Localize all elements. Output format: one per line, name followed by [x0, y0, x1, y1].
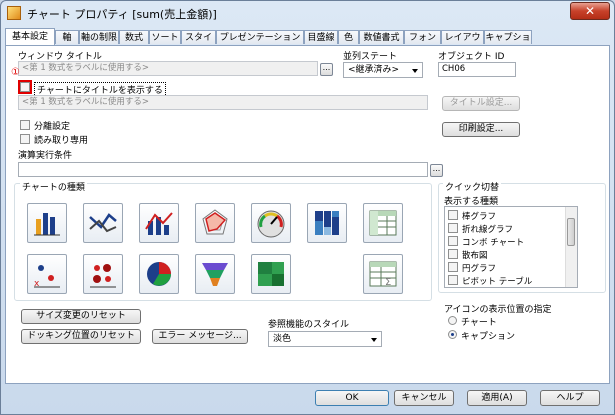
error-message-button[interactable]: エラー メッセージ... — [152, 329, 248, 344]
icon-position-caption-label: キャプション — [461, 332, 516, 342]
reference-style-select[interactable]: 淡色 — [268, 331, 382, 347]
object-id-label: オブジェクト ID — [438, 52, 505, 62]
list-item[interactable]: 棒グラフ — [448, 209, 496, 222]
visible-types-list[interactable]: 棒グラフ 折れ線グラフ コンボ チャート 散布図 円グラフ ピボット テーブル — [444, 206, 578, 288]
title-settings-button[interactable]: タイトル設定... — [442, 96, 520, 111]
callout-marker: ① — [11, 67, 20, 78]
calc-condition-input[interactable] — [18, 162, 428, 177]
scatter-chart-icon[interactable]: x — [27, 254, 67, 294]
grid-chart-icon[interactable] — [83, 254, 123, 294]
tab-basic[interactable]: 基本設定 — [5, 28, 55, 45]
readonly-checkbox[interactable] — [20, 134, 30, 144]
list-item[interactable]: 円グラフ — [448, 261, 496, 274]
tab-layout[interactable]: レイアウト — [441, 30, 484, 57]
list-item[interactable]: 折れ線グラフ — [448, 222, 513, 235]
block-chart-icon[interactable] — [251, 254, 291, 294]
icon-position-chart-label: チャート — [461, 318, 497, 328]
icon-position-caption-radio[interactable] — [448, 330, 457, 339]
tab-number-format[interactable]: 数値書式 — [359, 30, 404, 44]
list-item-checkbox[interactable] — [448, 236, 458, 246]
cancel-button[interactable]: キャンセル — [394, 390, 454, 406]
reference-style-value: 淡色 — [273, 334, 292, 344]
tab-axes[interactable]: 軸 — [55, 30, 79, 44]
scrollbar-thumb[interactable] — [567, 218, 575, 246]
window-title-input[interactable]: <第 1 数式をラベルに使用する> — [18, 61, 318, 76]
icon-position-chart-radio[interactable] — [448, 316, 457, 325]
list-item[interactable]: ピボット テーブル — [448, 274, 532, 287]
list-item-checkbox[interactable] — [448, 210, 458, 220]
list-item-checkbox[interactable] — [448, 249, 458, 259]
show-title-checkbox[interactable] — [20, 82, 30, 92]
gauge-chart-icon[interactable] — [251, 203, 291, 243]
chevron-down-icon — [371, 338, 377, 342]
tab-gridlines[interactable]: 目盛線 — [304, 30, 338, 44]
tab-expressions[interactable]: 数式 — [119, 30, 149, 44]
sort-state-select[interactable]: <継承済み> — [343, 62, 423, 78]
reset-docking-button[interactable]: ドッキング位置のリセット — [21, 329, 141, 344]
basic-settings-panel: ウィンドウ タイトル <第 1 数式をラベルに使用する> ... 並列ステート … — [5, 45, 610, 384]
ok-button[interactable]: OK — [315, 390, 389, 406]
icon-position-label: アイコンの表示位置の指定 — [444, 305, 552, 315]
sort-state-label: 並列ステート — [343, 52, 398, 62]
help-button[interactable]: ヘルプ — [540, 390, 600, 406]
tab-colors[interactable]: 色 — [338, 30, 359, 44]
app-icon — [7, 6, 21, 20]
straight-table-icon[interactable]: Σ — [363, 254, 403, 294]
svg-text:Σ: Σ — [385, 277, 391, 288]
tab-caption[interactable]: キャプション — [484, 30, 532, 57]
tab-sort[interactable]: ソート — [149, 30, 181, 44]
radar-chart-icon[interactable] — [195, 203, 235, 243]
list-item[interactable]: コンボ チャート — [448, 235, 524, 248]
calc-condition-expression-button[interactable]: ... — [430, 164, 443, 177]
apply-button[interactable]: 適用(A) — [467, 390, 527, 406]
window-title: チャート プロパティ [sum(売上金額)] — [27, 8, 217, 21]
line-chart-icon[interactable] — [83, 203, 123, 243]
mekko-chart-icon[interactable] — [307, 203, 347, 243]
chart-properties-dialog: チャート プロパティ [sum(売上金額)] ✕ 基本設定 軸 軸の制限 数式 … — [0, 0, 615, 415]
window-title-expression-button[interactable]: ... — [320, 63, 333, 76]
reference-style-label: 参照機能のスタイル — [268, 320, 350, 330]
reset-size-button[interactable]: サイズ変更のリセット — [21, 309, 141, 324]
quick-change-label: クイック切替 — [443, 180, 502, 193]
pivot-table-icon[interactable] — [363, 203, 403, 243]
detach-label: 分離設定 — [34, 122, 71, 132]
calc-condition-label: 演算実行条件 — [18, 151, 73, 161]
pie-chart-icon[interactable] — [139, 254, 179, 294]
list-item-checkbox[interactable] — [448, 262, 458, 272]
funnel-chart-icon[interactable] — [195, 254, 235, 294]
chart-type-label: チャートの種類 — [20, 180, 87, 193]
list-item[interactable]: 散布図 — [448, 248, 488, 261]
tab-axis-limits[interactable]: 軸の制限 — [79, 30, 119, 44]
detach-checkbox[interactable] — [20, 120, 30, 130]
list-item-checkbox[interactable] — [448, 223, 458, 233]
tab-presentation[interactable]: プレゼンテーション — [216, 30, 304, 44]
tab-font[interactable]: フォント — [404, 30, 441, 57]
sort-state-value: <継承済み> — [348, 65, 400, 75]
chart-title-input[interactable]: <第 1 数式をラベルに使用する> — [18, 95, 428, 110]
readonly-label: 読み取り専用 — [34, 136, 89, 146]
bar-chart-icon[interactable] — [27, 203, 67, 243]
tab-style[interactable]: スタイル — [181, 30, 216, 57]
object-id-input[interactable]: CH06 — [438, 62, 516, 77]
list-item-checkbox[interactable] — [448, 275, 458, 285]
list-scrollbar[interactable] — [565, 207, 577, 287]
combo-chart-icon[interactable] — [139, 203, 179, 243]
chevron-down-icon — [412, 69, 418, 73]
close-button[interactable]: ✕ — [570, 2, 610, 20]
print-settings-button[interactable]: 印刷設定... — [442, 122, 520, 137]
title-bar[interactable]: チャート プロパティ [sum(売上金額)] ✕ — [1, 1, 614, 25]
